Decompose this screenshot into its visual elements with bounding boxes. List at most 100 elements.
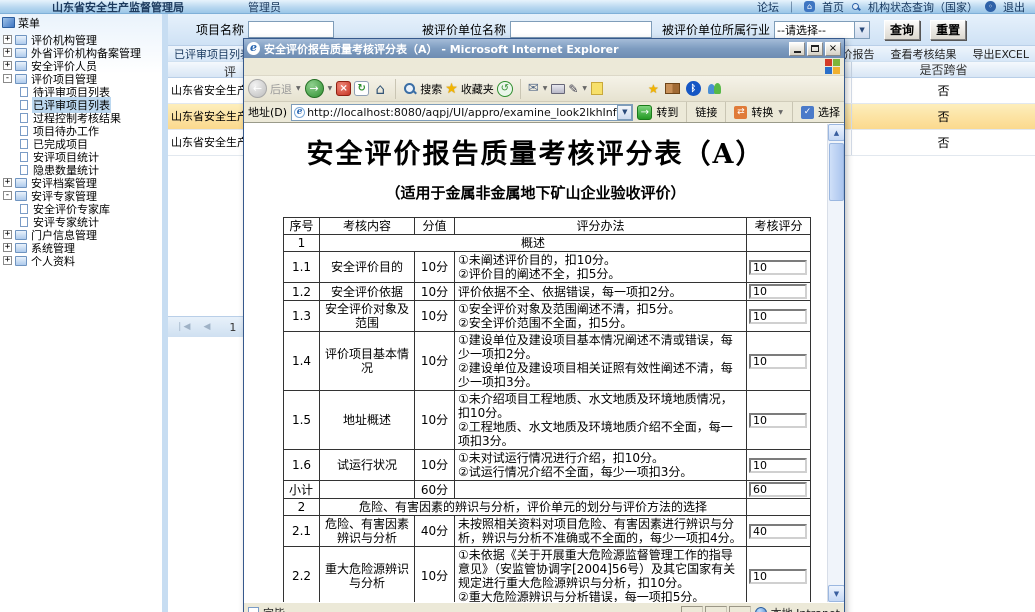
expand-icon[interactable]: +	[3, 256, 12, 265]
favorites-label[interactable]: 收藏夹	[461, 81, 494, 97]
convert-dropdown-icon[interactable]: ▼	[778, 109, 783, 116]
logout-link[interactable]: 退出	[1003, 0, 1025, 15]
page-icon	[20, 165, 28, 175]
folder-icon	[15, 230, 27, 240]
expand-icon[interactable]: +	[3, 61, 12, 70]
minimize-button[interactable]	[789, 42, 805, 56]
prev-page-button[interactable]: ◀	[203, 322, 210, 332]
address-label: 地址(D)	[248, 104, 287, 120]
home-link[interactable]: 首页	[822, 0, 844, 15]
expand-icon[interactable]: +	[3, 35, 12, 44]
score-input[interactable]	[749, 260, 807, 275]
popup-title-bar[interactable]: e 安全评价报告质量考核评分表（A） - Microsoft Internet …	[244, 39, 844, 58]
scrollbar[interactable]: ▲ ▼	[827, 124, 844, 602]
doc-row-no: 1.4	[284, 332, 320, 391]
grid-action-link[interactable]: 导出EXCEL	[973, 46, 1029, 62]
edit-button[interactable]: ✎	[568, 82, 578, 96]
mail-dropdown-icon[interactable]: ▼	[543, 85, 548, 92]
expand-icon[interactable]: +	[3, 243, 12, 252]
doc-row-no: 1.1	[284, 252, 320, 283]
home-button[interactable]: ⌂	[372, 80, 388, 98]
forum-link[interactable]: 论坛	[757, 0, 779, 15]
windows-logo-icon	[825, 59, 841, 75]
status-zone: 本地 Intranet	[771, 605, 840, 612]
folder-icon	[15, 35, 27, 45]
doc-method-cell: ①未阐述评价目的，扣10分。 ②评价目的阐述不全，扣5分。	[455, 252, 747, 283]
back-button[interactable]: ←	[248, 79, 267, 98]
unit-name-input[interactable]	[510, 21, 652, 38]
industry-select[interactable]: --请选择-- ▼	[774, 21, 870, 39]
scroll-up-icon[interactable]: ▲	[828, 124, 844, 141]
go-icon[interactable]: →	[637, 105, 652, 120]
score-input[interactable]	[749, 309, 807, 324]
address-input[interactable]: e http://localhost:8080/aqpj/UI/appro/ex…	[291, 104, 633, 121]
maximize-button[interactable]	[807, 42, 823, 56]
history-button[interactable]: ↺	[497, 81, 513, 97]
convert-label[interactable]: 转换	[751, 104, 773, 120]
collapse-icon[interactable]: -	[3, 191, 12, 200]
reset-button[interactable]: 重置	[930, 20, 966, 40]
search-label[interactable]: 搜索	[420, 81, 442, 97]
mail-button[interactable]: ✉	[528, 81, 539, 96]
go-label[interactable]: 转到	[656, 104, 678, 120]
print-button[interactable]	[551, 84, 565, 94]
messenger-icon[interactable]	[707, 82, 723, 96]
bluetooth-icon[interactable]: ᛒ	[686, 81, 701, 96]
query-button[interactable]: 查询	[884, 20, 920, 40]
popup-menu-bar	[244, 58, 844, 76]
address-dropdown-icon[interactable]: ▼	[617, 105, 632, 120]
score-input[interactable]	[749, 458, 807, 473]
edit-dropdown-icon[interactable]: ▼	[582, 85, 587, 92]
industry-label: 被评价单位所属行业	[662, 21, 770, 38]
folder-icon	[15, 178, 27, 188]
doc-method-cell: 未按照相关资料对项目危险、有害因素进行辨识与分析，辨识与分析不准确或不全面的，每…	[455, 516, 747, 547]
fav-page-icon[interactable]: ★	[648, 82, 659, 96]
forward-button[interactable]: →	[305, 79, 324, 98]
addr-separator	[725, 102, 726, 122]
score-input[interactable]	[749, 284, 807, 299]
score-input[interactable]	[749, 354, 807, 369]
doc-score-cell	[747, 481, 811, 499]
status-cells	[681, 606, 751, 612]
back-dropdown-icon[interactable]: ▼	[296, 85, 301, 92]
ie-icon: e	[247, 42, 260, 55]
project-name-input[interactable]	[248, 21, 334, 38]
close-icon[interactable]: ×	[825, 42, 841, 56]
favorites-star-icon[interactable]: ★	[445, 81, 458, 97]
first-page-button[interactable]: ❘◀	[176, 322, 190, 332]
search-icon[interactable]	[403, 82, 417, 96]
select-label[interactable]: 选择	[818, 104, 840, 120]
refresh-button[interactable]: ↻	[354, 81, 369, 96]
score-input[interactable]	[749, 569, 807, 584]
stop-button[interactable]: ×	[336, 81, 351, 96]
tab-reviewed-projects[interactable]: 已评审项目列表	[168, 46, 251, 62]
collapse-icon[interactable]: -	[3, 74, 12, 83]
chevron-down-icon[interactable]: ▼	[854, 22, 869, 38]
score-input[interactable]	[749, 482, 807, 497]
scrollbar-thumb[interactable]	[829, 143, 844, 201]
cross-province-cell: 否	[851, 104, 1035, 129]
sidebar-item[interactable]: +门户信息管理	[0, 228, 162, 241]
links-label[interactable]: 链接	[695, 104, 717, 120]
score-input[interactable]	[749, 524, 807, 539]
scroll-down-icon[interactable]: ▼	[828, 585, 844, 602]
org-status-link[interactable]: 机构状态查询（国家）	[868, 0, 978, 15]
score-input[interactable]	[749, 413, 807, 428]
page-number: 1	[229, 321, 236, 334]
doc-score-cell	[747, 235, 811, 252]
sidebar-item[interactable]: +系统管理	[0, 241, 162, 254]
folder-icon	[15, 191, 27, 201]
forward-dropdown-icon[interactable]: ▼	[328, 85, 333, 92]
note-button[interactable]	[591, 82, 603, 95]
doc-table-row: 2.1危险、有害因素辨识与分析40分未按照相关资料对项目危险、有害因素进行辨识与…	[284, 516, 811, 547]
doc-content-cell	[320, 481, 415, 499]
expand-icon[interactable]: +	[3, 178, 12, 187]
doc-table-row: 1.1安全评价目的10分①未阐述评价目的，扣10分。 ②评价目的阐述不全，扣5分…	[284, 252, 811, 283]
sidebar-item[interactable]: +个人资料	[0, 254, 162, 267]
book-icon[interactable]	[665, 83, 680, 94]
grid-action-link[interactable]: 查看考核结果	[891, 46, 957, 62]
expand-icon[interactable]: +	[3, 48, 12, 57]
expand-icon[interactable]: +	[3, 230, 12, 239]
doc-column-header: 序号	[284, 218, 320, 235]
sidebar-header-label: 菜单	[18, 15, 40, 31]
